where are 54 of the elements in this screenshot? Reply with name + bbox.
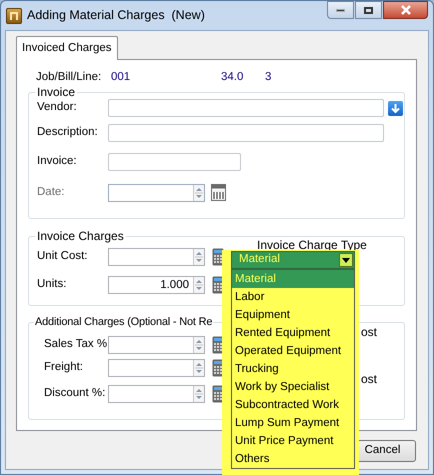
input-field[interactable] [108, 153, 241, 171]
field-label: Freight: [44, 360, 84, 376]
field-label: Invoice: [37, 154, 78, 170]
job-number: 001 [111, 70, 132, 86]
number-field[interactable]: 1.000 [108, 276, 205, 294]
input-field[interactable] [108, 99, 384, 117]
maximize-button[interactable] [355, 1, 382, 19]
window-title: Adding Material Charges (New) [27, 7, 205, 24]
close-icon [400, 5, 412, 15]
dropdown-option[interactable]: Trucking [232, 360, 354, 378]
calendar-icon[interactable] [211, 184, 226, 201]
dropdown-option[interactable]: Equipment [232, 306, 354, 324]
number-field[interactable] [108, 385, 205, 403]
spin-buttons[interactable] [193, 277, 204, 293]
spin-buttons[interactable] [193, 360, 204, 376]
app-icon [6, 8, 22, 24]
field-label: Vendor: [37, 100, 78, 116]
dropdown-option[interactable]: Lump Sum Payment [232, 414, 354, 432]
number-field[interactable] [108, 359, 205, 377]
partial-label: ost [361, 324, 378, 341]
down-arrow-icon[interactable] [388, 100, 403, 116]
spin-buttons[interactable] [193, 386, 204, 402]
field-label: Description: [37, 124, 99, 140]
date-field[interactable] [108, 184, 205, 202]
group-title: Additional Charges (Optional - Not Re [34, 314, 214, 330]
field-label: Units: [37, 277, 68, 292]
field-label: Unit Cost: [37, 248, 88, 264]
dropdown-option[interactable]: Work by Specialist [232, 378, 354, 396]
job-bill-line-label: Job/Bill/Line: [36, 70, 102, 86]
calculator-icon[interactable] [212, 276, 224, 294]
dropdown-option[interactable]: Labor [232, 288, 354, 306]
input-field[interactable] [108, 124, 384, 142]
calculator-icon[interactable] [212, 336, 224, 354]
calculator-icon[interactable] [212, 359, 224, 377]
close-button[interactable] [383, 1, 428, 19]
caret-icon[interactable] [339, 253, 353, 267]
calculator-icon[interactable] [212, 385, 224, 403]
tab[interactable]: Invoiced Charges [16, 36, 118, 60]
partial-label: ost [361, 371, 378, 388]
spin-buttons[interactable] [193, 336, 204, 352]
dropdown-option[interactable]: Rented Equipment [232, 324, 354, 342]
group-title: Invoice Charges [35, 228, 126, 244]
bill-number: 34.0 [221, 70, 244, 86]
calculator-icon[interactable] [212, 248, 224, 266]
field-label: Sales Tax % [44, 336, 108, 352]
field-label: Date: [37, 184, 66, 200]
dropdown-option[interactable]: Subcontracted Work [232, 396, 354, 414]
line-number: 3 [265, 70, 272, 86]
spin-buttons[interactable] [193, 184, 204, 200]
spin-buttons[interactable] [193, 248, 204, 264]
dropdown-option[interactable]: Operated Equipment [232, 342, 354, 360]
number-field[interactable] [108, 336, 205, 354]
number-field[interactable] [108, 248, 205, 266]
field-label: Discount %: [44, 386, 106, 402]
